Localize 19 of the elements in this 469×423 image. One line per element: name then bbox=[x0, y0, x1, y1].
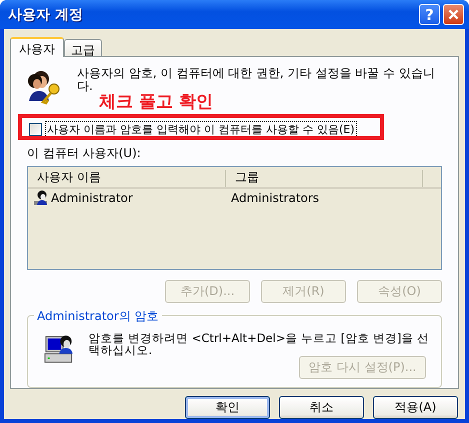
table-cell: Administrator bbox=[51, 190, 133, 205]
column-header[interactable]: 사용자 이름 bbox=[28, 170, 226, 187]
tab[interactable]: 고급 bbox=[64, 39, 102, 56]
close-icon[interactable] bbox=[443, 4, 464, 25]
window-title: 사용자 계정 bbox=[8, 6, 84, 24]
description-text: 사용자의 암호, 이 컴퓨터에 대한 권한, 기타 설정을 바꿀 수 있습니다. bbox=[77, 67, 436, 93]
users-label: 이 컴퓨터 사용자(U): bbox=[27, 144, 142, 162]
annotation-text: 체크 풀고 확인 bbox=[99, 94, 213, 111]
dialog-button[interactable]: 취소 bbox=[279, 396, 364, 419]
checkbox[interactable] bbox=[29, 123, 42, 136]
table-row[interactable]: Administrator Administrators bbox=[28, 188, 441, 207]
table-cell: Administrators bbox=[231, 190, 320, 205]
tab[interactable]: 사용자 bbox=[10, 37, 64, 57]
dialog-button[interactable]: 확인 bbox=[185, 396, 270, 419]
dialog-button[interactable]: 적용(A) bbox=[373, 396, 458, 419]
help-button[interactable]: ? bbox=[419, 4, 440, 25]
user-icon bbox=[33, 190, 49, 206]
checkbox-label[interactable]: 사용자 이름과 암호를 입력해야 이 컴퓨터를 사용할 수 있음(E) bbox=[45, 121, 357, 138]
column-header[interactable]: 그룹 bbox=[226, 170, 423, 187]
